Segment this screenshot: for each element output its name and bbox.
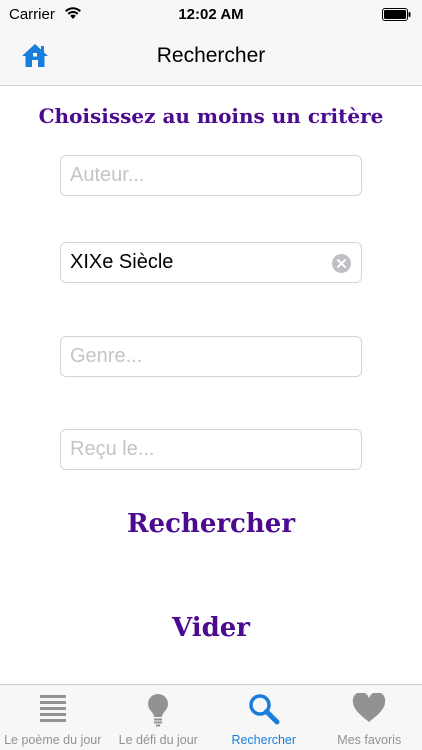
tab-poem-of-the-day[interactable]: Le poème du jour: [0, 685, 106, 750]
genre-field: [60, 336, 362, 377]
clear-text-button[interactable]: [332, 254, 351, 273]
list-icon: [39, 695, 66, 722]
page-title: Rechercher: [156, 44, 266, 67]
search-button[interactable]: Rechercher: [0, 509, 422, 539]
author-field: [60, 155, 362, 196]
received-date-input[interactable]: [70, 430, 330, 469]
lightbulb-icon: [148, 694, 169, 727]
period-field: [60, 242, 362, 283]
tab-label: Le poème du jour: [4, 733, 102, 747]
criteria-heading: Choisissez au moins un critère: [38, 104, 384, 128]
search-icon: [249, 694, 280, 725]
heart-icon: [353, 693, 386, 722]
clear-button[interactable]: Vider: [0, 613, 422, 643]
navigation-bar: Rechercher: [0, 28, 422, 86]
tab-label: Mes favoris: [337, 733, 402, 747]
tab-label: Le défi du jour: [118, 733, 198, 747]
genre-input[interactable]: [70, 337, 330, 376]
battery-icon: [382, 8, 411, 21]
tab-bar: Le poème du jour Le défi du jour Recherc…: [0, 684, 422, 750]
tab-challenge-of-the-day[interactable]: Le défi du jour: [106, 685, 212, 750]
clear-icon: [337, 259, 346, 268]
period-input[interactable]: [70, 243, 330, 282]
status-bar: Carrier 12:02 AM: [0, 0, 422, 28]
clock: 12:02 AM: [178, 6, 244, 23]
tab-label: Rechercher: [231, 733, 297, 747]
tab-my-favorites[interactable]: Mes favoris: [317, 685, 422, 750]
tab-search[interactable]: Rechercher: [211, 685, 317, 750]
author-input[interactable]: [70, 156, 330, 195]
received-date-field: [60, 429, 362, 470]
